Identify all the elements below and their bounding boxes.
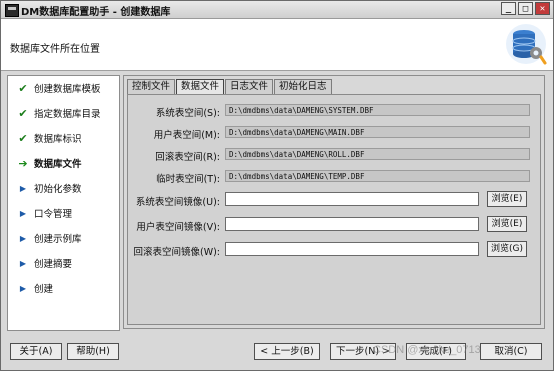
step-label: 创建摘要 xyxy=(34,259,73,270)
main-tablespace-path: D:\dmdbms\data\DAMENG\MAIN.DBF xyxy=(225,126,530,138)
database-gear-icon xyxy=(506,24,547,65)
step-create-template[interactable]: ✔ 创建数据库模板 xyxy=(8,80,118,96)
wizard-steps-nav: ✔ 创建数据库模板 ✔ 指定数据库目录 ✔ 数据库标识 ➔ 数据库文件 ▶ 初始… xyxy=(7,75,120,331)
step-label: 初始化参数 xyxy=(34,184,82,195)
data-files-content: 系统表空间(S): D:\dmdbms\data\DAMENG\SYSTEM.D… xyxy=(127,94,541,325)
system-tablespace-path: D:\dmdbms\data\DAMENG\SYSTEM.DBF xyxy=(225,104,530,116)
tab-control-files[interactable]: 控制文件 xyxy=(127,79,176,94)
system-tablespace-label: 系统表空间(S): xyxy=(155,108,220,119)
temp-tablespace-label: 临时表空间(T): xyxy=(156,174,220,185)
step-db-identity[interactable]: ✔ 数据库标识 xyxy=(8,130,118,146)
temp-tablespace-row: 临时表空间(T): D:\dmdbms\data\DAMENG\TEMP.DBF xyxy=(128,170,540,185)
title-bar[interactable]: DM数据库配置助手 - 创建数据库 _ □ ✕ xyxy=(1,1,553,19)
step-label: 数据库文件 xyxy=(34,159,82,170)
roll-mirror-label: 回滚表空间镜像(W): xyxy=(133,247,220,258)
window-controls: _ □ ✕ xyxy=(501,2,550,15)
check-icon: ✔ xyxy=(18,81,28,95)
browse-main-mirror-button[interactable]: 浏览(E) xyxy=(487,216,527,232)
temp-tablespace-path: D:\dmdbms\data\DAMENG\TEMP.DBF xyxy=(225,170,530,182)
files-tab-panel: 控制文件 数据文件 日志文件 初始化日志 系统表空间(S): D:\dmdbms… xyxy=(123,75,545,329)
page-title: 数据库文件所在位置 xyxy=(10,44,100,55)
wizard-header: 数据库文件所在位置 xyxy=(1,19,553,71)
system-mirror-label: 系统表空间镜像(U): xyxy=(135,197,220,208)
tab-strip: 控制文件 数据文件 日志文件 初始化日志 xyxy=(127,79,332,94)
triangle-right-icon: ▶ xyxy=(19,183,27,193)
step-label: 创建示例库 xyxy=(34,234,82,245)
maximize-button[interactable]: □ xyxy=(518,2,533,15)
roll-tablespace-path: D:\dmdbms\data\DAMENG\ROLL.DBF xyxy=(225,148,530,160)
step-label: 创建数据库模板 xyxy=(34,84,101,95)
triangle-right-icon: ▶ xyxy=(19,283,27,293)
system-mirror-row: 系统表空间镜像(U): 浏览(E) xyxy=(128,191,540,208)
tab-init-log[interactable]: 初始化日志 xyxy=(274,79,332,94)
step-label: 指定数据库目录 xyxy=(34,109,101,120)
step-summary[interactable]: ▶ 创建摘要 xyxy=(8,255,118,271)
step-label: 数据库标识 xyxy=(34,134,82,145)
roll-mirror-input[interactable] xyxy=(225,242,479,256)
roll-tablespace-row: 回滚表空间(R): D:\dmdbms\data\DAMENG\ROLL.DBF xyxy=(128,148,540,163)
step-create[interactable]: ▶ 创建 xyxy=(8,280,118,296)
step-password[interactable]: ▶ 口令管理 xyxy=(8,205,118,221)
minimize-button[interactable]: _ xyxy=(501,2,516,15)
cancel-button[interactable]: 取消(C) xyxy=(480,343,542,360)
check-icon: ✔ xyxy=(18,131,28,145)
tab-log-files[interactable]: 日志文件 xyxy=(225,79,274,94)
config-assistant-window: DM数据库配置助手 - 创建数据库 _ □ ✕ 数据库文件所在位置 ✔ 创建数据… xyxy=(0,0,554,371)
step-sample-db[interactable]: ▶ 创建示例库 xyxy=(8,230,118,246)
tab-data-files[interactable]: 数据文件 xyxy=(176,79,225,94)
triangle-right-icon: ▶ xyxy=(19,258,27,268)
main-mirror-row: 用户表空间镜像(V): 浏览(E) xyxy=(128,216,540,233)
step-db-directory[interactable]: ✔ 指定数据库目录 xyxy=(8,105,118,121)
browse-system-mirror-button[interactable]: 浏览(E) xyxy=(487,191,527,207)
system-mirror-input[interactable] xyxy=(225,192,479,206)
triangle-right-icon: ▶ xyxy=(19,233,27,243)
main-mirror-input[interactable] xyxy=(225,217,479,231)
main-tablespace-row: 用户表空间(M): D:\dmdbms\data\DAMENG\MAIN.DBF xyxy=(128,126,540,141)
main-mirror-label: 用户表空间镜像(V): xyxy=(136,222,220,233)
browse-roll-mirror-button[interactable]: 浏览(G) xyxy=(487,241,527,257)
help-button[interactable]: 帮助(H) xyxy=(67,343,119,360)
step-db-files[interactable]: ➔ 数据库文件 xyxy=(8,155,118,171)
arrow-right-icon: ➔ xyxy=(18,156,28,170)
check-icon: ✔ xyxy=(18,106,28,120)
step-label: 口令管理 xyxy=(34,209,73,220)
main-tablespace-label: 用户表空间(M): xyxy=(153,130,220,141)
step-label: 创建 xyxy=(34,284,54,295)
step-init-params[interactable]: ▶ 初始化参数 xyxy=(8,180,118,196)
app-icon xyxy=(5,4,19,17)
roll-tablespace-label: 回滚表空间(R): xyxy=(155,152,220,163)
previous-button[interactable]: < 上一步(B) xyxy=(254,343,320,360)
watermark: CSDN @xiaoke_0713 xyxy=(373,344,481,356)
roll-mirror-row: 回滚表空间镜像(W): 浏览(G) xyxy=(128,241,540,258)
triangle-right-icon: ▶ xyxy=(19,208,27,218)
close-button[interactable]: ✕ xyxy=(535,2,550,15)
about-button[interactable]: 关于(A) xyxy=(10,343,62,360)
window-title: DM数据库配置助手 - 创建数据库 xyxy=(21,7,171,18)
system-tablespace-row: 系统表空间(S): D:\dmdbms\data\DAMENG\SYSTEM.D… xyxy=(128,104,540,119)
